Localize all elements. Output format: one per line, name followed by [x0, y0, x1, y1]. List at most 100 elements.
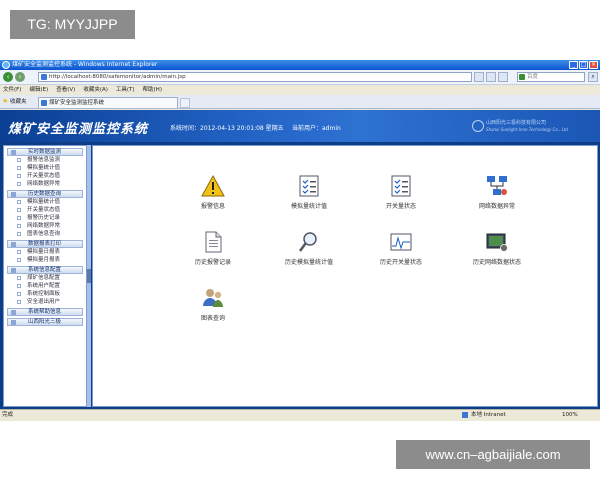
address-bar-row: ‹ › http://localhost:8080/safemonitor/ad… [0, 70, 600, 85]
sidebar: 实时数据监测 报警信息监测 模拟量统计值 开关量状态值 网络数据异常 历史数据查… [3, 145, 87, 407]
sidebar-item-label: 模拟量月报表 [27, 257, 61, 263]
sidebar-item-label: 安全退出用户 [27, 299, 61, 305]
bullet-icon [17, 300, 21, 304]
favorites-label: 收藏夹 [10, 99, 27, 105]
new-tab-button[interactable] [180, 98, 190, 108]
sidebar-item-label: 模拟量统计值 [27, 165, 61, 171]
sidebar-head-realtime[interactable]: 实时数据监测 [7, 148, 83, 156]
intranet-icon [462, 411, 468, 418]
sidebar-head-label: 山西阳光三极 [28, 319, 62, 325]
menu-bar: 文件(F) 编辑(E) 查看(V) 收藏夹(A) 工具(T) 帮助(H) [0, 85, 600, 95]
tile-label: 报警信息 [200, 203, 225, 210]
sidebar-item[interactable]: 模拟量日报表 [7, 248, 83, 256]
sidebar-head-help[interactable]: 系统帮助信息 [7, 308, 83, 316]
sidebar-item[interactable]: 模拟量统计值 [7, 198, 83, 206]
sidebar-head-label: 历史数据查询 [28, 191, 62, 197]
sidebar-group-realtime: 实时数据监测 报警信息监测 模拟量统计值 开关量状态值 网络数据异常 [7, 148, 83, 188]
menu-tools[interactable]: 工具(T) [116, 85, 135, 95]
monitor-icon [486, 233, 508, 252]
title-bar: 煤矿安全监测监控系统 - Windows Internet Explorer _… [0, 60, 600, 70]
sidebar-item[interactable]: 网络数据异常 [7, 180, 83, 188]
sidebar-item-label: 系统控制面板 [27, 291, 61, 297]
sidebar-item[interactable]: 模拟量月报表 [7, 256, 83, 264]
tile-label: 历史模拟量统计值 [284, 259, 333, 266]
sidebar-item[interactable]: 安全退出用户 [7, 298, 83, 306]
close-button[interactable]: × [589, 61, 598, 69]
sidebar-head-history[interactable]: 历史数据查询 [7, 190, 83, 198]
sidebar-head-reports[interactable]: 数据报表打印 [7, 240, 83, 248]
minimize-button[interactable]: _ [569, 61, 578, 69]
current-user: 当前用户：admin [292, 125, 341, 132]
sidebar-item[interactable]: 系统控制面板 [7, 290, 83, 298]
menu-view[interactable]: 查看(V) [56, 85, 75, 95]
menu-edit[interactable]: 编辑(E) [29, 85, 48, 95]
tile-switch-status[interactable]: 开关量状态 [361, 174, 441, 214]
menu-file[interactable]: 文件(F) [3, 85, 21, 95]
tile-history-switch[interactable]: 历史开关量状态 [361, 230, 441, 270]
sidebar-item[interactable]: 煤矿信息配置 [7, 274, 83, 282]
back-button[interactable]: ‹ [3, 72, 13, 82]
zoom-level[interactable]: 100% [562, 411, 578, 420]
bullet-icon [17, 216, 21, 220]
sidebar-group-reports: 数据报表打印 模拟量日报表 模拟量月报表 [7, 240, 83, 264]
magnifier-icon [298, 232, 317, 252]
search-icon[interactable]: ⌕ [588, 72, 598, 82]
sidebar-head-label: 系统帮助信息 [28, 309, 62, 315]
page-icon [41, 74, 47, 80]
splitter-grip[interactable] [87, 269, 91, 283]
sidebar-splitter[interactable] [87, 145, 91, 407]
bullet-icon [17, 174, 21, 178]
collapse-icon [11, 320, 16, 325]
checklist-icon [299, 175, 319, 197]
app-area: 煤矿安全监测监控系统 系统时间：2012-04-13 20:01:08 星期五 … [0, 110, 600, 409]
menu-favorites[interactable]: 收藏夹(A) [83, 85, 108, 95]
maximize-button[interactable]: □ [579, 61, 588, 69]
search-input[interactable]: 百度 [517, 72, 585, 82]
address-input[interactable]: http://localhost:8080/safemonitor/admin/… [38, 72, 472, 82]
refresh-icon[interactable] [486, 72, 496, 82]
tile-history-analog[interactable]: 历史模拟量统计值 [269, 230, 349, 270]
users-icon [203, 289, 223, 307]
sidebar-item-label: 网络数据异常 [27, 181, 61, 187]
tab-current[interactable]: 煤矿安全监测监控系统 [38, 97, 178, 108]
sidebar-item-label: 报警历史记录 [27, 215, 61, 221]
sidebar-item-label: 开关量状态值 [27, 173, 61, 179]
window-title: 煤矿安全监测监控系统 - Windows Internet Explorer [12, 61, 158, 68]
sidebar-item[interactable]: 开关量状态值 [7, 172, 83, 180]
browser-window: 煤矿安全监测监控系统 - Windows Internet Explorer _… [0, 60, 600, 421]
tile-analog-stats[interactable]: 模拟量统计值 [269, 174, 349, 214]
tile-chart-query[interactable]: 图表查询 [173, 286, 253, 326]
tile-network-exception[interactable]: 网络数据异常 [457, 174, 537, 214]
sidebar-item[interactable]: 报警信息监测 [7, 156, 83, 164]
sidebar-item[interactable]: 图表信息查询 [7, 230, 83, 238]
tile-history-alarm[interactable]: 历史报警记录 [173, 230, 253, 270]
security-zone[interactable]: 本地 Intranet [462, 411, 506, 420]
bullet-icon [17, 208, 21, 212]
stop-icon[interactable] [498, 72, 508, 82]
company-name-en: Shanxi Sunlight-Inno Technology Co., Ltd [486, 127, 568, 132]
bullet-icon [17, 232, 21, 236]
sidebar-item[interactable]: 网络数据异常 [7, 222, 83, 230]
sidebar-item[interactable]: 模拟量统计值 [7, 164, 83, 172]
tile-history-network[interactable]: 历史网络数据状态 [457, 230, 537, 270]
bullet-icon [17, 258, 21, 262]
bullet-icon [17, 250, 21, 254]
waveform-icon [390, 233, 412, 251]
sidebar-head-config[interactable]: 系统信息配置 [7, 266, 83, 274]
document-icon [205, 231, 222, 253]
sidebar-item[interactable]: 报警历史记录 [7, 214, 83, 222]
favorites-button[interactable]: ★ 收藏夹 [2, 97, 27, 107]
sidebar-item-label: 网络数据异常 [27, 223, 61, 229]
menu-help[interactable]: 帮助(H) [143, 85, 162, 95]
zone-label: 本地 Intranet [471, 412, 506, 418]
search-placeholder: 百度 [527, 74, 539, 80]
sidebar-head-company[interactable]: 山西阳光三极 [7, 318, 83, 326]
tile-alarm-info[interactable]: 报警信息 [173, 174, 253, 214]
network-icon [487, 176, 507, 195]
tile-label: 开关量状态 [385, 203, 416, 210]
tab-label: 煤矿安全监测监控系统 [49, 100, 105, 106]
compat-icon[interactable] [474, 72, 484, 82]
forward-button[interactable]: › [15, 72, 25, 82]
sidebar-item[interactable]: 开关量状态值 [7, 206, 83, 214]
sidebar-item[interactable]: 系统用户配置 [7, 282, 83, 290]
